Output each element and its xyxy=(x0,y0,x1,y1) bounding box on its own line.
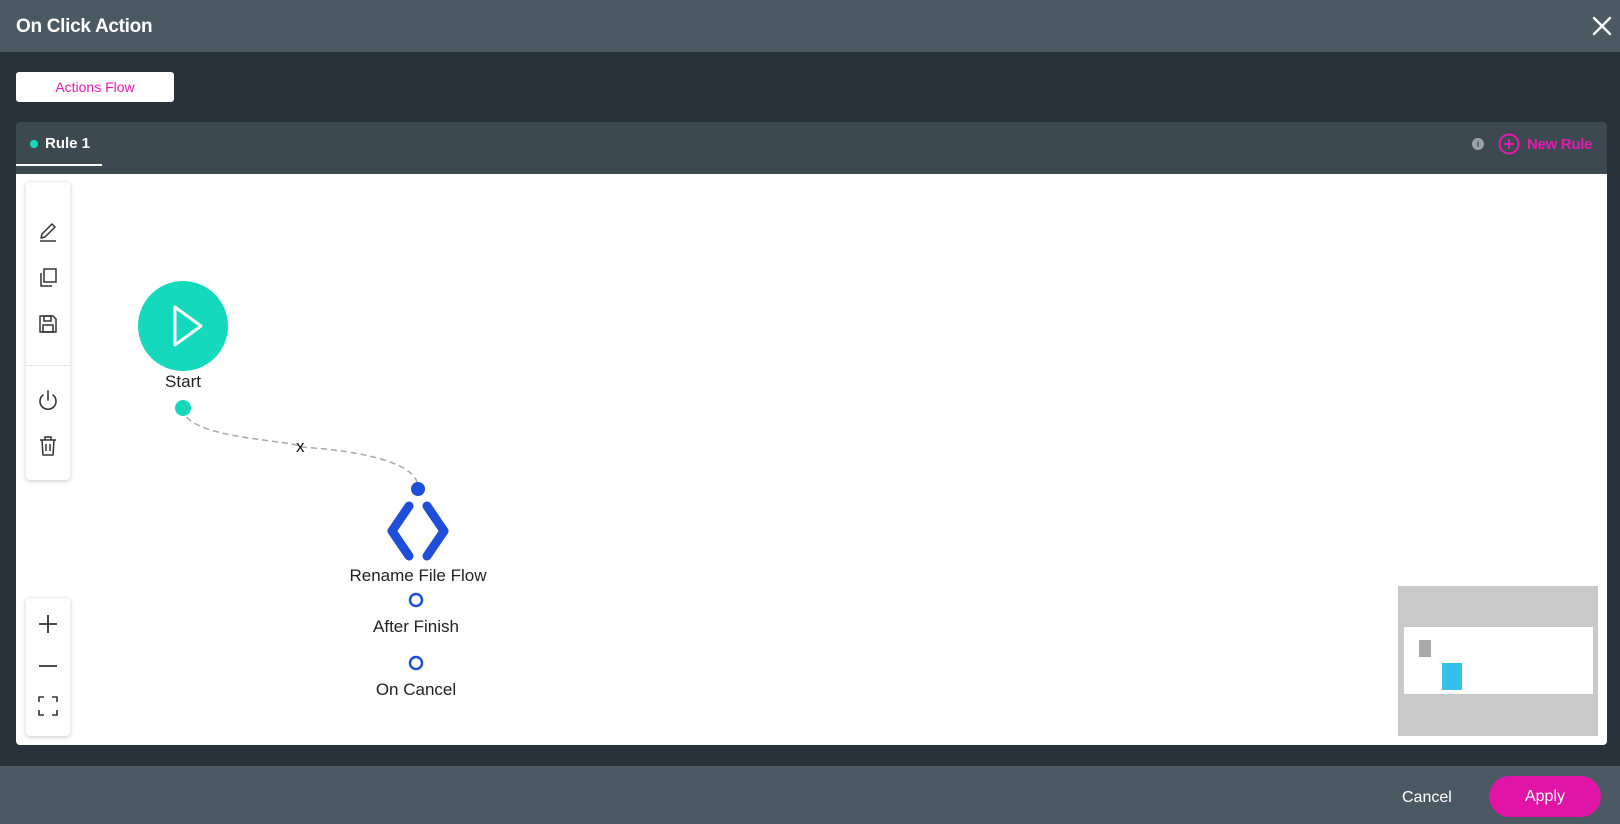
minimap-start-node xyxy=(1419,640,1431,657)
on-cancel-label: On Cancel xyxy=(375,680,457,699)
zoom-controls xyxy=(26,598,70,736)
apply-button[interactable]: Apply xyxy=(1489,776,1601,817)
edit-icon[interactable] xyxy=(36,220,60,244)
on-cancel-port[interactable] xyxy=(408,655,424,671)
fit-screen-icon[interactable] xyxy=(36,694,60,718)
minimap-viewport[interactable] xyxy=(1404,627,1593,694)
flow-graph xyxy=(138,281,449,671)
minimap-action-node xyxy=(1442,663,1462,690)
after-finish-port[interactable] xyxy=(408,592,424,608)
canvas-toolbar xyxy=(26,182,70,480)
connector-delete-label[interactable]: x xyxy=(296,437,305,457)
after-finish-label: After Finish xyxy=(373,617,459,636)
zoom-in-icon[interactable] xyxy=(36,612,60,636)
rename-file-flow-node[interactable] xyxy=(387,501,449,561)
start-label: Start xyxy=(165,372,201,391)
cancel-button[interactable]: Cancel xyxy=(1402,789,1452,807)
start-node[interactable] xyxy=(138,281,228,371)
start-output-port[interactable] xyxy=(175,400,191,416)
minimap[interactable] xyxy=(1398,586,1598,736)
save-icon[interactable] xyxy=(36,312,60,336)
dialog-footer xyxy=(0,766,1620,824)
power-icon[interactable] xyxy=(36,388,60,412)
rename-file-flow-label: Rename File Flow xyxy=(349,566,487,585)
action-input-port[interactable] xyxy=(411,482,425,496)
zoom-out-icon[interactable] xyxy=(36,654,60,678)
toolbar-divider xyxy=(26,365,70,366)
copy-icon[interactable] xyxy=(36,266,60,290)
trash-icon[interactable] xyxy=(36,434,60,458)
